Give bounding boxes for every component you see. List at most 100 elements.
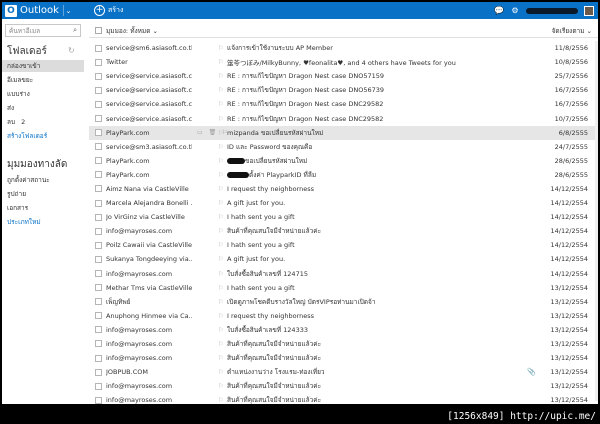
message-row[interactable]: service@sm6.asiasoft.co.th ⚐ แจ้งการเข้าใช… [89, 41, 598, 55]
flag-icon[interactable]: ⚐ [218, 227, 224, 235]
message-checkbox[interactable] [95, 284, 102, 292]
flag-icon[interactable]: ⚐ [218, 115, 224, 123]
message-row[interactable]: Sukanya Tongdeeying via... ⚐ A gift just f… [89, 252, 598, 266]
sidebar-item-junk[interactable]: อีเมลขยะ [2, 74, 84, 86]
new-message-button[interactable]: + สร้าง [94, 5, 123, 16]
flag-icon[interactable]: ⚐ [218, 326, 224, 334]
flag-icon[interactable]: ⚐ [218, 58, 224, 66]
flag-icon[interactable]: ⚐ [218, 354, 224, 362]
message-checkbox[interactable] [95, 255, 102, 263]
message-row[interactable]: Poilz Cawaii via CastleVille ⚐ I hath sent… [89, 238, 598, 252]
message-row[interactable]: Twitter ⚐ 筮苓つぼみ/MilkyBunny, ♥feonalita♥, a… [89, 55, 598, 69]
flag-icon[interactable]: ⚐ [218, 340, 224, 348]
message-row[interactable]: Jo VirGinz via CastleVille ⚐ I hath sent y… [89, 210, 598, 224]
message-row[interactable]: Anuphong Hinmee via Ca... ⚐ I request thy … [89, 309, 598, 323]
message-row[interactable]: Aimz Nana via CastleVille ⚐ I request thy … [89, 182, 598, 196]
message-row[interactable]: service@sm3.asiasoft.co.th ⚐ ID และ Passwo… [89, 140, 598, 154]
message-row[interactable]: PlayPark.com ⚐ ขอเปลี่ยนรหัสผ่านใหม่ 28/6/2… [89, 154, 598, 168]
refresh-icon[interactable]: ↻ [68, 46, 75, 55]
message-checkbox[interactable] [95, 326, 102, 334]
message-row[interactable]: PlayPark.com ▭ 🗑 ⚐ ⚐ mizpanda ขอเปลี่ยนรหัส… [89, 125, 598, 140]
message-row[interactable]: info@mayroses.com ⚐ สินค้าที่คุณสนใจมีจำหน… [89, 337, 598, 351]
message-row[interactable]: info@mayroses.com ⚐ สินค้าที่คุณสนใจมีจำหน… [89, 351, 598, 365]
message-checkbox[interactable] [95, 157, 102, 165]
sidebar-item-flagged[interactable]: ถูกตั้งค่าสถานะ [2, 174, 84, 186]
sidebar-item-deleted[interactable]: ลบ 2 [2, 116, 84, 128]
message-checkbox[interactable] [95, 241, 102, 249]
username-redacted[interactable] [526, 7, 578, 14]
message-checkbox[interactable] [95, 86, 102, 94]
message-row[interactable]: info@mayroses.com ⚐ สินค้าที่คุณสนใจมีจำหน… [89, 393, 598, 404]
flag-icon[interactable]: ⚐ [218, 44, 224, 52]
message-checkbox[interactable] [95, 72, 102, 80]
message-checkbox[interactable] [95, 312, 102, 320]
message-row[interactable]: PlayPark.com ⚐ ตั้งค่า PlayparkID ที่ลืม 28… [89, 168, 598, 182]
flag-icon[interactable]: ⚐ [218, 368, 224, 376]
flag-icon[interactable]: ⚐ [218, 100, 224, 108]
chat-icon[interactable]: 💬 [494, 6, 504, 16]
message-checkbox[interactable] [95, 100, 102, 108]
message-checkbox[interactable] [95, 171, 102, 179]
sort-dropdown[interactable]: จัดเรียงตาม ⌄ [552, 26, 592, 36]
message-checkbox[interactable] [95, 143, 102, 151]
quick-views-title[interactable]: มุมมองทางลัด [7, 157, 67, 172]
message-checkbox[interactable] [95, 396, 102, 404]
message-checkbox[interactable] [95, 129, 102, 137]
message-checkbox[interactable] [95, 58, 102, 66]
search-icon[interactable]: ⌕ [73, 26, 77, 35]
message-row[interactable]: service@service.asiasoft.c... ⚐ RE : การแก… [89, 83, 598, 97]
message-checkbox[interactable] [95, 44, 102, 52]
message-checkbox[interactable] [95, 270, 102, 277]
message-row[interactable]: info@mayroses.com ⚐ สินค้าที่คุณสนใจมีจำหน… [89, 379, 598, 393]
message-checkbox[interactable] [95, 185, 102, 193]
flag-icon[interactable]: ⚐ [218, 86, 224, 94]
message-row[interactable]: service@service.asiasoft.c... ⚐ RE : การแก… [89, 97, 598, 111]
flag-icon[interactable]: ⚐ [218, 143, 224, 151]
message-checkbox[interactable] [95, 213, 102, 221]
flag-icon[interactable]: ⚐ [218, 199, 224, 207]
flag-icon[interactable]: ⚐ [218, 312, 224, 320]
message-checkbox[interactable] [95, 298, 102, 306]
sidebar-item-photos[interactable]: รูปถ่าย [2, 188, 84, 200]
flag-icon[interactable]: ⚐ [218, 396, 224, 404]
folders-title[interactable]: โฟลเดอร์ [7, 44, 47, 59]
sidebar-item-sent[interactable]: ส่ง [2, 102, 84, 114]
message-checkbox[interactable] [95, 227, 102, 235]
message-checkbox[interactable] [95, 114, 102, 122]
search-input[interactable]: ค้นหาอีเมล ⌕ [5, 24, 81, 37]
gear-icon[interactable]: ⚙ [510, 6, 520, 16]
chevron-down-icon[interactable]: ⌄ [62, 5, 73, 16]
avatar[interactable] [584, 5, 594, 16]
message-row[interactable]: Methar Tms via CastleVille ⚐ I hath sent y… [89, 281, 598, 295]
select-all-checkbox[interactable] [95, 27, 102, 34]
message-row[interactable]: info@mayroses.com ⚐ สินค้าที่คุณสนใจมีจำหน… [89, 224, 598, 238]
sidebar-item-documents[interactable]: เอกสาร [2, 202, 84, 214]
message-checkbox[interactable] [95, 382, 102, 390]
flag-icon[interactable]: ⚐ [218, 185, 224, 193]
flag-icon[interactable]: ⚐ [218, 298, 224, 306]
message-checkbox[interactable] [95, 199, 102, 207]
row-action-icons[interactable]: ▭ 🗑 ⚐ [197, 129, 229, 136]
message-row[interactable]: Marcela Alejandra Bonelli ... ⚐ A gift jus… [89, 196, 598, 210]
sidebar-item-drafts[interactable]: แบบร่าง [2, 88, 84, 100]
flag-icon[interactable]: ⚐ [218, 213, 224, 221]
app-launcher[interactable]: O Outlook ⌄ [5, 4, 73, 17]
message-checkbox[interactable] [95, 340, 102, 348]
message-row[interactable]: เพ็ญทิพย์ ⚐ เปิดดูภาพโชคดีบรางวัลใหญ่ บัตร… [89, 295, 598, 309]
flag-icon[interactable]: ⚐ [218, 255, 224, 263]
flag-icon[interactable]: ⚐ [218, 171, 224, 179]
sidebar-item-inbox[interactable]: กล่องขาเข้า [2, 60, 84, 72]
flag-icon[interactable]: ⚐ [218, 157, 224, 165]
message-row[interactable]: JOBPUB.COM ⚐ ตำแหน่งงานว่าง โรงแรม-ท่องเที… [89, 365, 598, 379]
flag-icon[interactable]: ⚐ [218, 129, 224, 137]
flag-icon[interactable]: ⚐ [218, 284, 224, 292]
flag-icon[interactable]: ⚐ [218, 270, 224, 278]
flag-icon[interactable]: ⚐ [218, 241, 224, 249]
view-filter-dropdown[interactable]: มุมมอง: ทั้งหมด ⌄ [106, 26, 158, 36]
message-checkbox[interactable] [95, 368, 102, 376]
flag-icon[interactable]: ⚐ [218, 72, 224, 80]
message-checkbox[interactable] [95, 354, 102, 362]
scrollbar[interactable] [595, 41, 598, 401]
message-row[interactable]: info@mayroses.com ⚐ ใบสั่งซื้อสินค้าเลขที่… [89, 323, 598, 337]
new-category-link[interactable]: ประเภทใหม่ [2, 216, 84, 228]
